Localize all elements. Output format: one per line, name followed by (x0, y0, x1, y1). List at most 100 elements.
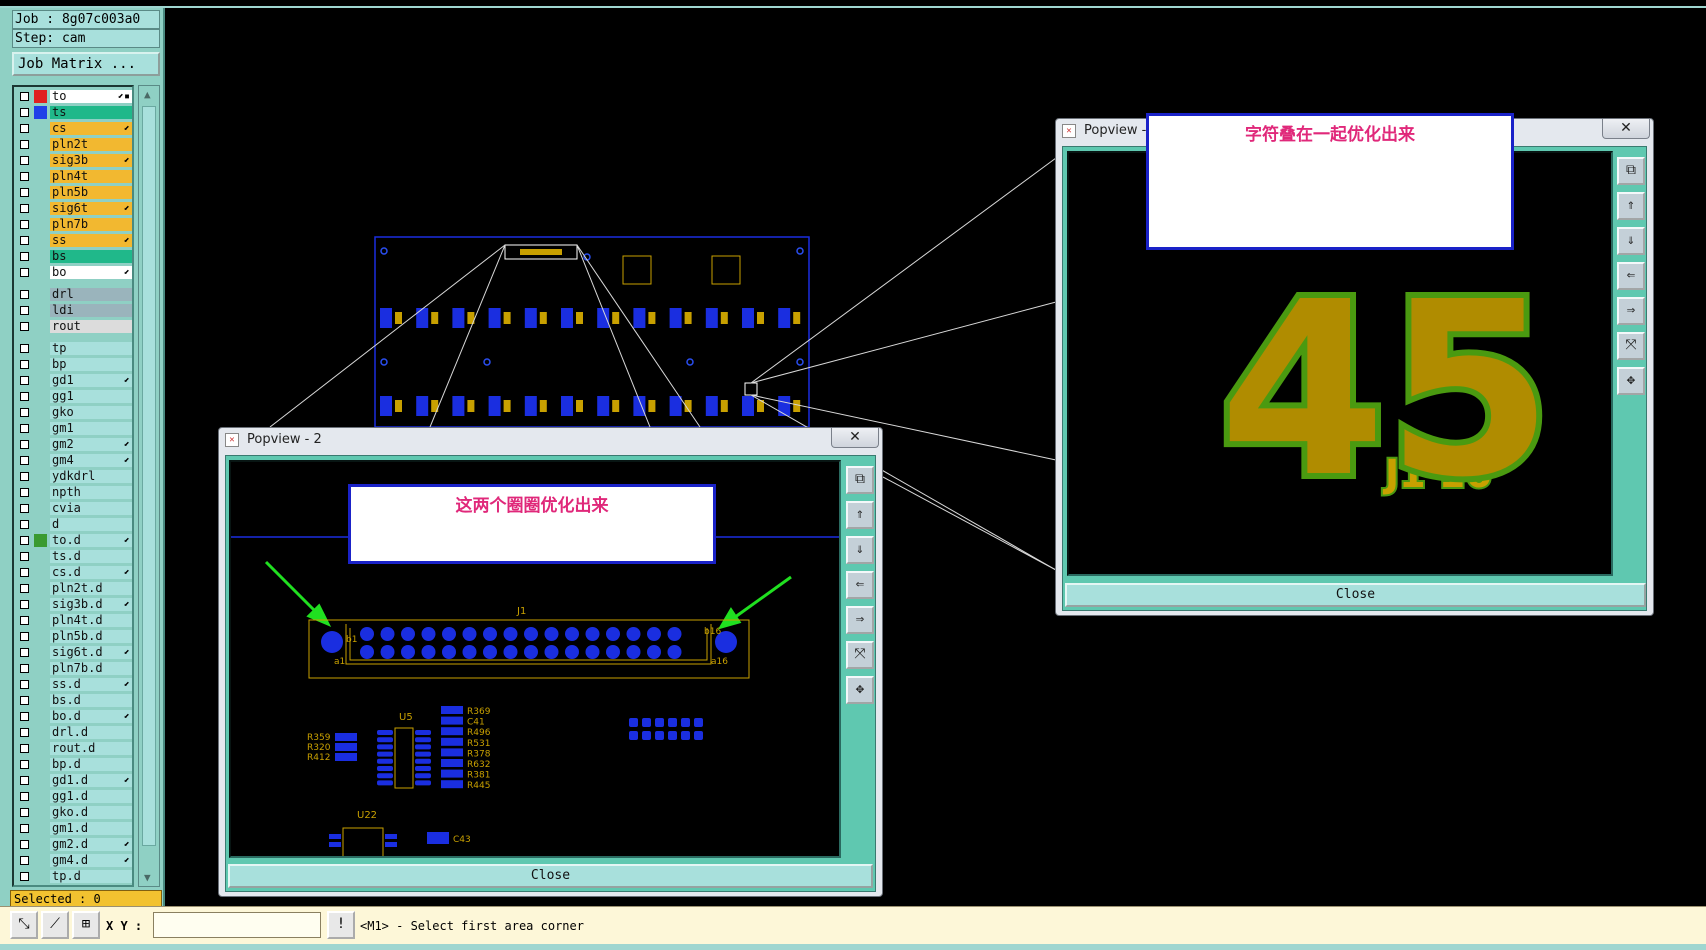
layer-checkbox[interactable] (20, 268, 29, 277)
layer-name[interactable]: gd1 ⬋ (50, 374, 132, 387)
layer-checkbox[interactable] (20, 472, 29, 481)
layer-name[interactable]: tp (50, 342, 132, 355)
layer-name[interactable]: ydkdrl (50, 470, 132, 483)
layer-name[interactable]: gm4 ⬋ (50, 454, 132, 467)
layer-row[interactable]: gd1 ⬋ (14, 373, 132, 388)
layer-name[interactable]: ldi (50, 304, 132, 317)
layer-name[interactable]: pln4t (50, 170, 132, 183)
layer-checkbox[interactable] (20, 188, 29, 197)
layer-checkbox[interactable] (20, 220, 29, 229)
layer-row[interactable]: pln4t.d (14, 613, 132, 628)
layer-row[interactable]: gd1.d ⬋ (14, 773, 132, 788)
pan-left-icon[interactable]: ⇐ (846, 571, 874, 599)
layer-checkbox[interactable] (20, 322, 29, 331)
layer-name[interactable]: cs ⬋ (50, 122, 132, 135)
layer-name[interactable]: pln5b.d (50, 630, 132, 643)
layer-checkbox[interactable] (20, 124, 29, 133)
layer-name[interactable]: gm1 (50, 422, 132, 435)
layer-checkbox[interactable] (20, 776, 29, 785)
layer-checkbox[interactable] (20, 306, 29, 315)
layer-checkbox[interactable] (20, 680, 29, 689)
layer-checkbox[interactable] (20, 360, 29, 369)
xy-coordinate-input[interactable] (153, 912, 321, 938)
layer-row[interactable]: ss.d ⬋ (14, 677, 132, 692)
layer-row[interactable]: gm4 ⬋ (14, 453, 132, 468)
layer-row[interactable]: drl.d (14, 725, 132, 740)
layer-name[interactable]: pln5b (50, 186, 132, 199)
layer-checkbox[interactable] (20, 172, 29, 181)
layer-name[interactable]: drl.d (50, 726, 132, 739)
layer-checkbox[interactable] (20, 376, 29, 385)
layer-color-swatch[interactable] (34, 106, 47, 119)
layer-row[interactable]: pln4t (14, 169, 132, 184)
zoom-fit-icon[interactable]: ⧉ (846, 466, 874, 494)
layer-checkbox[interactable] (20, 456, 29, 465)
layer-name[interactable]: npth (50, 486, 132, 499)
layer-name[interactable]: sig3b.d ⬋ (50, 598, 132, 611)
layer-row[interactable]: tp.d (14, 869, 132, 884)
popview-1-close-icon[interactable]: ✕ (1602, 119, 1650, 139)
layer-checkbox[interactable] (20, 808, 29, 817)
layer-row[interactable]: pln5b (14, 185, 132, 200)
pan-right-icon[interactable]: ⇒ (846, 606, 874, 634)
layer-checkbox[interactable] (20, 600, 29, 609)
layer-row[interactable]: bs.d (14, 693, 132, 708)
layer-name[interactable]: gm2.d ⬋ (50, 838, 132, 851)
layer-checkbox[interactable] (20, 156, 29, 165)
layer-name[interactable]: pln2t (50, 138, 132, 151)
layer-name[interactable]: ss ⬋ (50, 234, 132, 247)
layer-row[interactable]: gg1.d (14, 789, 132, 804)
layer-checkbox[interactable] (20, 664, 29, 673)
layer-name[interactable]: gko (50, 406, 132, 419)
layer-name[interactable]: cvia (50, 502, 132, 515)
layer-checkbox[interactable] (20, 728, 29, 737)
layer-row[interactable]: drl (14, 287, 132, 302)
layer-row[interactable]: ss ⬋ (14, 233, 132, 248)
layer-name[interactable]: tp.d (50, 870, 132, 883)
layer-row[interactable]: gm1.d (14, 821, 132, 836)
scroll-up-icon[interactable]: ▲ (144, 88, 151, 101)
layer-row[interactable]: ts (14, 105, 132, 120)
layer-row[interactable]: gm4.d ⬋ (14, 853, 132, 868)
zoom-in-icon[interactable]: ✥ (1617, 367, 1645, 395)
layer-row[interactable]: rout.d (14, 741, 132, 756)
layer-row[interactable]: cs.d ⬋ (14, 565, 132, 580)
layer-row[interactable]: bo.d ⬋ (14, 709, 132, 724)
layer-checkbox[interactable] (20, 108, 29, 117)
layer-checkbox[interactable] (20, 840, 29, 849)
layer-row[interactable]: cvia (14, 501, 132, 516)
layer-name[interactable]: gm1.d (50, 822, 132, 835)
layer-name[interactable]: bs.d (50, 694, 132, 707)
layer-checkbox[interactable] (20, 440, 29, 449)
layer-checkbox[interactable] (20, 712, 29, 721)
layer-checkbox[interactable] (20, 424, 29, 433)
layer-checkbox[interactable] (20, 824, 29, 833)
scroll-down-icon[interactable]: ▼ (144, 871, 151, 884)
layer-name[interactable]: to ⬋▪ (50, 90, 132, 103)
layer-name[interactable]: bp (50, 358, 132, 371)
zoom-out-icon[interactable]: ⤧ (846, 641, 874, 669)
layer-row[interactable]: gm2 ⬋ (14, 437, 132, 452)
layer-checkbox[interactable] (20, 552, 29, 561)
layer-row[interactable]: rout (14, 319, 132, 334)
layer-checkbox[interactable] (20, 568, 29, 577)
layer-checkbox[interactable] (20, 204, 29, 213)
layer-row[interactable]: ydkdrl (14, 469, 132, 484)
layer-row[interactable]: npth (14, 485, 132, 500)
zoom-in-icon[interactable]: ✥ (846, 676, 874, 704)
layer-name[interactable]: gko.d (50, 806, 132, 819)
layer-checkbox[interactable] (20, 792, 29, 801)
layer-name[interactable]: sig6t.d ⬋ (50, 646, 132, 659)
layer-checkbox[interactable] (20, 760, 29, 769)
pan-up-icon[interactable]: ⇑ (846, 501, 874, 529)
layer-row[interactable]: ts.d (14, 549, 132, 564)
layer-checkbox[interactable] (20, 584, 29, 593)
layer-row[interactable]: gko (14, 405, 132, 420)
layer-checkbox[interactable] (20, 344, 29, 353)
layer-checkbox[interactable] (20, 140, 29, 149)
layer-name[interactable]: gg1 (50, 390, 132, 403)
layer-name[interactable]: sig3b ⬋ (50, 154, 132, 167)
layer-checkbox[interactable] (20, 504, 29, 513)
zoom-out-icon[interactable]: ⤧ (1617, 332, 1645, 360)
layer-name[interactable]: pln4t.d (50, 614, 132, 627)
